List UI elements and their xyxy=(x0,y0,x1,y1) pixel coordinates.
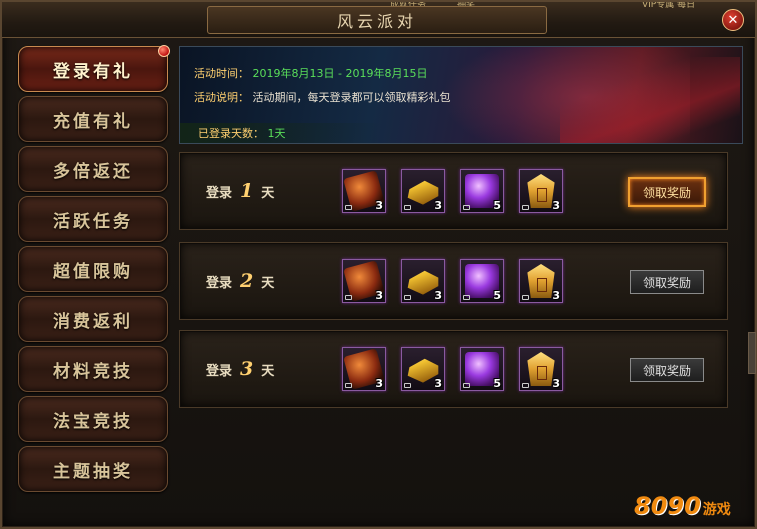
sidebar-item-active-tasks[interactable]: 活跃任务 xyxy=(18,196,168,242)
site-watermark: 8090 游戏 xyxy=(634,492,731,520)
window-title: 风云派对 xyxy=(336,12,417,31)
notification-dot-icon xyxy=(158,45,170,57)
bound-lock-icon xyxy=(463,383,470,388)
sidebar-item-material-contest[interactable]: 材料竞技 xyxy=(18,346,168,392)
sidebar-item-label: 活跃任务 xyxy=(53,211,133,232)
reward-slot[interactable]: 3 xyxy=(519,169,563,213)
reward-slot[interactable]: 5 xyxy=(460,169,504,213)
event-desc-label: 活动说明： xyxy=(194,91,249,104)
claim-reward-button[interactable]: 领取奖励 xyxy=(630,270,704,294)
day-suffix: 天 xyxy=(261,363,275,379)
event-desc-line: 活动说明： 活动期间，每天登录都可以领取精彩礼包 xyxy=(194,89,451,105)
event-time-line: 活动时间： 2019年8月13日 - 2019年8月15日 xyxy=(194,65,427,81)
login-days-label: 已登录天数： xyxy=(198,127,264,140)
reward-slot[interactable]: 3 xyxy=(342,347,386,391)
login-days-value: 1天 xyxy=(267,127,286,140)
reward-row: 登录 2 天 3 3 5 3 领取奖励 xyxy=(179,242,728,320)
reward-slot[interactable]: 3 xyxy=(401,347,445,391)
sidebar-item-treasure-contest[interactable]: 法宝竞技 xyxy=(18,396,168,442)
item-count: 5 xyxy=(493,289,501,302)
item-count: 3 xyxy=(434,289,442,302)
sidebar-item-label: 消费返利 xyxy=(53,311,133,332)
bound-lock-icon xyxy=(345,383,352,388)
bound-lock-icon xyxy=(404,383,411,388)
sidebar-item-label: 法宝竞技 xyxy=(53,411,133,432)
reward-slot[interactable]: 3 xyxy=(519,347,563,391)
scrollbar-thumb[interactable] xyxy=(748,332,756,374)
sidebar: 登录有礼 充值有礼 多倍返还 活跃任务 超值限购 消费返利 材料竞技 法宝竞技 … xyxy=(14,44,174,499)
bound-lock-icon xyxy=(463,295,470,300)
event-window: 成就任务 抽奖 VIP专属 每日 风云派对 ✕ 登录有礼 充值有礼 多倍返还 活… xyxy=(0,0,757,529)
watermark-number: 8090 xyxy=(634,492,701,520)
bound-lock-icon xyxy=(522,383,529,388)
bound-lock-icon xyxy=(522,205,529,210)
day-suffix: 天 xyxy=(261,275,275,291)
sidebar-item-label: 主题抽奖 xyxy=(53,461,133,482)
day-prefix: 登录 xyxy=(206,185,233,201)
item-count: 3 xyxy=(552,289,560,302)
sidebar-item-login-gift[interactable]: 登录有礼 xyxy=(18,45,170,92)
bound-lock-icon xyxy=(463,205,470,210)
event-time-label: 活动时间： xyxy=(194,67,249,80)
reward-slot[interactable]: 3 xyxy=(342,259,386,303)
sidebar-item-multi-return[interactable]: 多倍返还 xyxy=(18,146,168,192)
reward-slot[interactable]: 3 xyxy=(342,169,386,213)
login-days-line: 已登录天数： 1天 xyxy=(180,123,380,143)
row-day-label: 登录 2 天 xyxy=(206,243,274,319)
reward-row: 登录 1 天 3 3 5 3 领取奖励 xyxy=(179,152,728,230)
claim-reward-button[interactable]: 领取奖励 xyxy=(630,358,704,382)
close-icon: ✕ xyxy=(727,12,739,28)
title-plate: 风云派对 xyxy=(207,6,547,34)
event-banner: 活动时间： 2019年8月13日 - 2019年8月15日 活动说明： 活动期间… xyxy=(179,46,743,144)
close-button[interactable]: ✕ xyxy=(722,9,744,31)
item-count: 3 xyxy=(375,199,383,212)
bound-lock-icon xyxy=(345,295,352,300)
reward-row: 登录 3 天 3 3 5 3 领取奖励 xyxy=(179,330,728,408)
item-count: 5 xyxy=(493,377,501,390)
item-count: 5 xyxy=(493,199,501,212)
reward-slot[interactable]: 5 xyxy=(460,259,504,303)
reward-slot[interactable]: 3 xyxy=(401,169,445,213)
watermark-text: 游戏 xyxy=(702,502,731,518)
bound-lock-icon xyxy=(404,205,411,210)
sidebar-item-label: 材料竞技 xyxy=(53,361,133,382)
item-count: 3 xyxy=(375,289,383,302)
background-peek-text: VIP专属 每日 xyxy=(642,2,696,8)
sidebar-item-label: 充值有礼 xyxy=(53,111,133,132)
sidebar-item-spend-rebate[interactable]: 消费返利 xyxy=(18,296,168,342)
bound-lock-icon xyxy=(522,295,529,300)
row-day-label: 登录 1 天 xyxy=(206,153,274,229)
reward-slot[interactable]: 5 xyxy=(460,347,504,391)
bound-lock-icon xyxy=(345,205,352,210)
banner-art xyxy=(560,57,740,143)
sidebar-item-label: 超值限购 xyxy=(53,261,133,282)
sidebar-item-theme-lottery[interactable]: 主题抽奖 xyxy=(18,446,168,492)
bound-lock-icon xyxy=(404,295,411,300)
day-prefix: 登录 xyxy=(206,363,233,379)
sidebar-item-label: 登录有礼 xyxy=(53,61,133,82)
reward-slot[interactable]: 3 xyxy=(519,259,563,303)
item-count: 3 xyxy=(434,199,442,212)
day-suffix: 天 xyxy=(261,185,275,201)
day-number: 2 xyxy=(240,270,254,292)
event-time-value: 2019年8月13日 - 2019年8月15日 xyxy=(252,67,428,80)
claim-reward-button[interactable]: 领取奖励 xyxy=(628,177,706,207)
day-number: 1 xyxy=(240,180,254,202)
event-desc-value: 活动期间，每天登录都可以领取精彩礼包 xyxy=(252,91,451,104)
day-prefix: 登录 xyxy=(206,275,233,291)
item-count: 3 xyxy=(434,377,442,390)
sidebar-item-label: 多倍返还 xyxy=(53,161,133,182)
item-count: 3 xyxy=(552,377,560,390)
item-count: 3 xyxy=(552,199,560,212)
item-count: 3 xyxy=(375,377,383,390)
sidebar-item-limited-sale[interactable]: 超值限购 xyxy=(18,246,168,292)
sidebar-item-recharge-gift[interactable]: 充值有礼 xyxy=(18,96,168,142)
reward-slot[interactable]: 3 xyxy=(401,259,445,303)
day-number: 3 xyxy=(240,358,254,380)
row-day-label: 登录 3 天 xyxy=(206,331,274,407)
title-bar: 成就任务 抽奖 VIP专属 每日 风云派对 ✕ xyxy=(2,2,755,38)
